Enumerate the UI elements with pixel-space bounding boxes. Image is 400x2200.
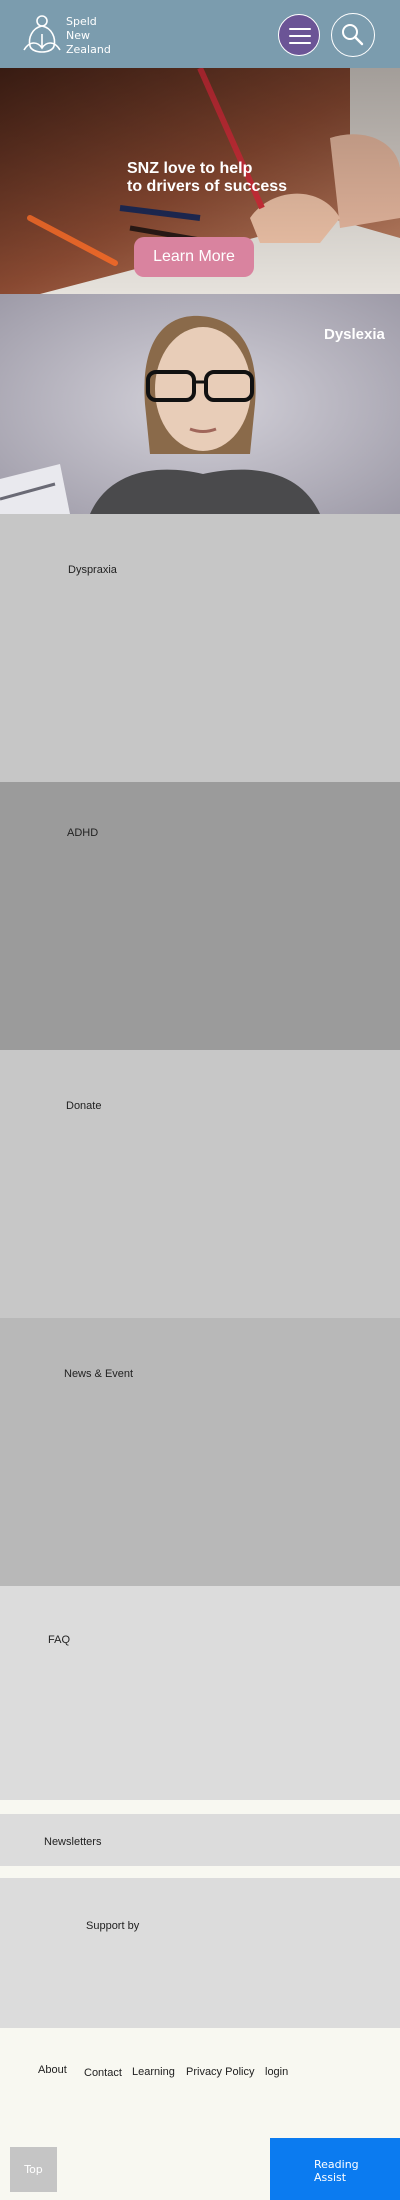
support-by-label: Support by <box>86 1920 140 1932</box>
footer-link-learning[interactable]: Learning <box>132 2066 175 2078</box>
reading-assist-button[interactable]: Reading Assist <box>270 2138 400 2200</box>
support-by-section <box>0 1878 400 2028</box>
hero-title-line: to drivers of success <box>127 178 288 195</box>
news-event-label: News & Event <box>64 1368 134 1380</box>
news-event-section[interactable] <box>0 1318 400 1586</box>
reading-assist-label: Assist <box>314 2171 347 2184</box>
faq-section[interactable] <box>0 1586 400 1800</box>
logo-line: New <box>66 29 90 42</box>
adhd-label: ADHD <box>67 827 99 839</box>
footer-link-contact[interactable]: Contact <box>84 2067 122 2079</box>
hero-title-line: SNZ love to help <box>127 160 253 177</box>
dyspraxia-section[interactable] <box>0 514 400 782</box>
footer-link-privacy-policy[interactable]: Privacy Policy <box>186 2066 254 2078</box>
back-to-top-button[interactable]: Top <box>10 2147 57 2192</box>
adhd-section[interactable] <box>0 782 400 1050</box>
dyspraxia-label: Dyspraxia <box>68 564 117 576</box>
search-button[interactable] <box>331 13 375 57</box>
reading-assist-label: Reading <box>314 2158 359 2171</box>
logo-line: Speld <box>66 15 97 28</box>
search-icon <box>341 23 363 45</box>
learn-more-button[interactable]: Learn More <box>134 237 254 277</box>
footer-link-login[interactable]: login <box>265 2066 288 2078</box>
hamburger-icon <box>289 35 311 37</box>
footer-link-about[interactable]: About <box>38 2064 67 2076</box>
donate-label: Donate <box>66 1100 102 1112</box>
newsletters-label: Newsletters <box>44 1836 102 1848</box>
dyslexia-title: Dyslexia <box>324 326 385 343</box>
hero-title: SNZ love to help to drivers of success <box>127 160 287 196</box>
faq-label: FAQ <box>48 1634 71 1646</box>
donate-section[interactable] <box>0 1050 400 1318</box>
hamburger-icon <box>289 28 311 30</box>
logo-text[interactable]: Speld New Zealand <box>66 15 111 57</box>
hamburger-icon <box>289 42 311 44</box>
logo-line: Zealand <box>66 43 111 56</box>
menu-button[interactable] <box>278 14 320 56</box>
